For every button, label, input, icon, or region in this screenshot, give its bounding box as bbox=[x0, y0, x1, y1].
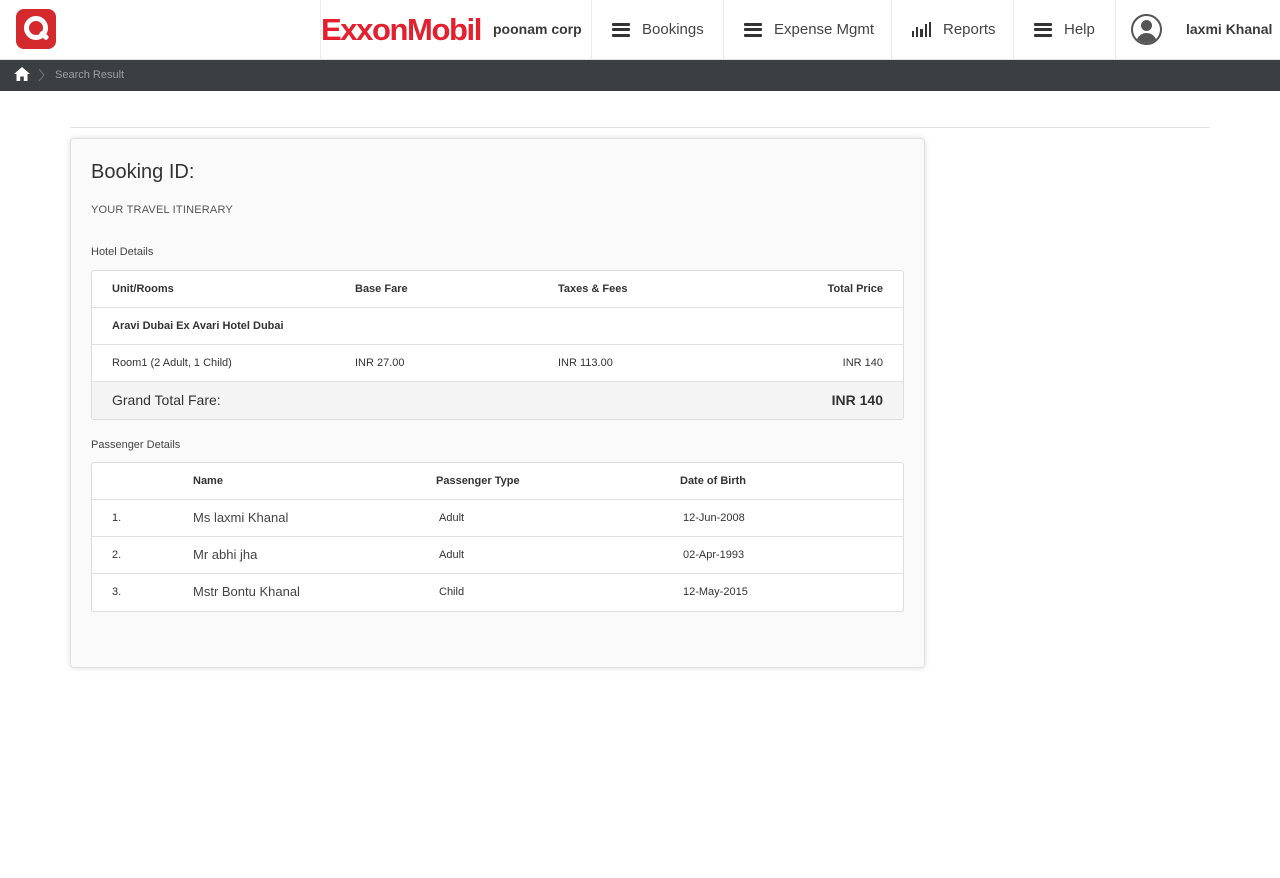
breadcrumb-current: Search Result bbox=[55, 69, 125, 81]
itinerary-label: YOUR TRAVEL ITINERARY bbox=[91, 204, 233, 216]
divider bbox=[70, 127, 1210, 128]
room-total: INR 140 bbox=[842, 357, 883, 369]
brand-logo: ExxonMobil bbox=[321, 12, 482, 47]
nav-label: Reports bbox=[943, 21, 996, 38]
grand-total-row: Grand Total Fare: INR 140 bbox=[92, 382, 903, 419]
nav-label: Expense Mgmt bbox=[774, 21, 875, 38]
booking-title: Booking ID: bbox=[91, 161, 195, 183]
passenger-name: Ms laxmi Khanal bbox=[193, 510, 289, 525]
nav-label: Bookings bbox=[642, 21, 704, 38]
table-header-row: Unit/Rooms Base Fare Taxes & Fees Total … bbox=[92, 271, 903, 308]
grand-total-value: INR 140 bbox=[831, 392, 883, 408]
passenger-type: Adult bbox=[439, 512, 465, 524]
menu-icon bbox=[1034, 22, 1052, 37]
user-menu[interactable]: laxmi Khanal bbox=[1115, 0, 1280, 59]
table-header-row: Name Passenger Type Date of Birth bbox=[92, 463, 903, 500]
chevron-right-icon bbox=[38, 68, 45, 82]
table-row: Room1 (2 Adult, 1 Child) INR 27.00 INR 1… bbox=[92, 345, 903, 382]
table-row: 3. Mstr Bontu Khanal Child 12-May-2015 bbox=[92, 574, 903, 611]
home-icon[interactable] bbox=[14, 67, 30, 81]
menu-icon bbox=[744, 22, 762, 37]
user-avatar-icon[interactable] bbox=[1131, 14, 1162, 45]
passenger-name: Mr abhi jha bbox=[193, 547, 258, 562]
hotel-table: Unit/Rooms Base Fare Taxes & Fees Total … bbox=[91, 270, 904, 420]
nav-help[interactable]: Help bbox=[1013, 0, 1115, 59]
room-taxes: INR 113.00 bbox=[558, 357, 613, 369]
menu-icon bbox=[612, 22, 630, 37]
nav-reports[interactable]: Reports bbox=[891, 0, 1013, 59]
passenger-type: Child bbox=[439, 586, 465, 598]
column-header-unit: Unit/Rooms bbox=[112, 283, 174, 295]
passenger-dob: 12-May-2015 bbox=[683, 586, 748, 598]
top-header: ExxonMobil poonam corp Bookings Expense … bbox=[0, 0, 1280, 60]
passenger-index: 1. bbox=[112, 512, 122, 524]
passenger-dob: 12-Jun-2008 bbox=[683, 512, 745, 524]
user-name[interactable]: laxmi Khanal bbox=[1186, 21, 1272, 37]
passenger-index: 3. bbox=[112, 586, 122, 598]
booking-card: Booking ID: YOUR TRAVEL ITINERARY Hotel … bbox=[70, 138, 925, 668]
column-header-base-fare: Base Fare bbox=[355, 283, 408, 295]
app-logo-icon[interactable] bbox=[16, 9, 56, 49]
bar-chart-icon bbox=[912, 22, 932, 37]
column-header-name: Name bbox=[193, 475, 223, 487]
hotel-name: Aravi Dubai Ex Avari Hotel Dubai bbox=[112, 320, 284, 332]
passenger-details-label: Passenger Details bbox=[91, 439, 181, 451]
grand-total-label: Grand Total Fare: bbox=[112, 392, 221, 408]
hotel-details-label: Hotel Details bbox=[91, 246, 154, 258]
column-header-total: Total Price bbox=[827, 283, 883, 295]
passenger-name: Mstr Bontu Khanal bbox=[193, 584, 300, 599]
nav-expense-mgmt[interactable]: Expense Mgmt bbox=[723, 0, 891, 59]
passenger-type: Adult bbox=[439, 549, 465, 561]
column-header-taxes: Taxes & Fees bbox=[558, 283, 628, 295]
room-unit: Room1 (2 Adult, 1 Child) bbox=[112, 357, 232, 369]
passenger-table: Name Passenger Type Date of Birth 1. Ms … bbox=[91, 462, 904, 612]
breadcrumb: Search Result bbox=[0, 60, 1280, 91]
table-row: 1. Ms laxmi Khanal Adult 12-Jun-2008 bbox=[92, 500, 903, 537]
company-name: poonam corp bbox=[493, 21, 582, 37]
brand-area: ExxonMobil poonam corp bbox=[320, 0, 591, 59]
room-base-fare: INR 27.00 bbox=[355, 357, 405, 369]
hotel-name-row: Aravi Dubai Ex Avari Hotel Dubai bbox=[92, 308, 903, 345]
nav-bookings[interactable]: Bookings bbox=[591, 0, 723, 59]
passenger-dob: 02-Apr-1993 bbox=[683, 549, 745, 561]
nav-label: Help bbox=[1064, 21, 1095, 38]
table-row: 2. Mr abhi jha Adult 02-Apr-1993 bbox=[92, 537, 903, 574]
column-header-passenger-type: Passenger Type bbox=[436, 475, 520, 487]
column-header-dob: Date of Birth bbox=[680, 475, 746, 487]
passenger-index: 2. bbox=[112, 549, 122, 561]
